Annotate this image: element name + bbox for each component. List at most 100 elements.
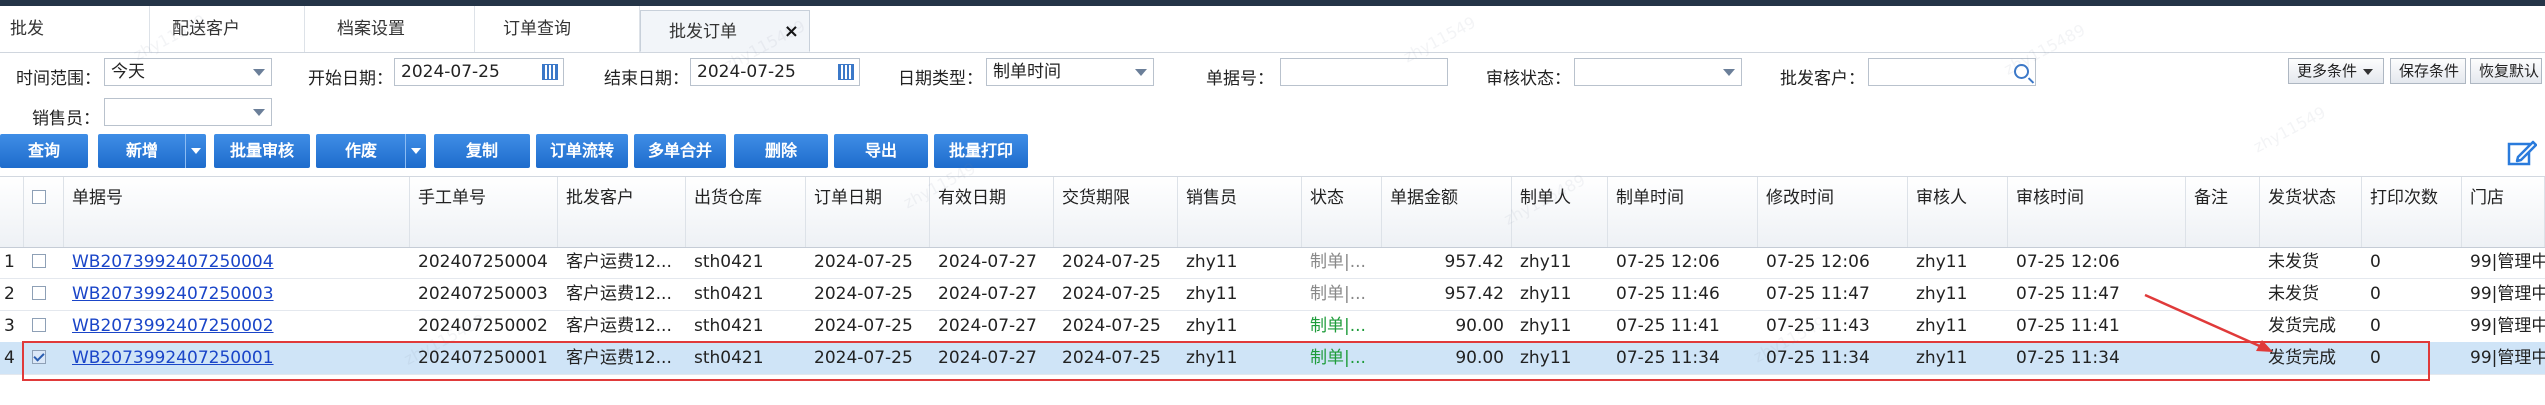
query-label: 查询 (27, 141, 60, 160)
cell-doc-no[interactable]: WB2073992407250002 (64, 310, 410, 342)
tab-wholesale[interactable]: 批发 (0, 6, 150, 52)
cell-order-date: 2024-07-25 (814, 284, 913, 304)
date-type-select[interactable]: 制单时间 (986, 58, 1154, 86)
order-flow-button[interactable]: 订单流转 (536, 134, 628, 168)
void-button[interactable]: 作废 (316, 134, 426, 168)
chevron-down-icon (1723, 69, 1735, 76)
row-checkbox[interactable] (32, 254, 46, 268)
query-button[interactable]: 查询 (0, 134, 88, 168)
row-index: 1 (4, 252, 15, 272)
cell-creator: zhy11 (1520, 316, 1572, 336)
select-all-checkbox[interactable] (32, 190, 46, 204)
time-range-label: 时间范围： (16, 69, 101, 89)
tab-label: 订单查询 (503, 19, 571, 39)
header-select-all (24, 177, 64, 247)
row-index: 3 (4, 316, 15, 336)
delete-label: 删除 (764, 141, 797, 160)
column-header[interactable]: 状态 (1302, 177, 1382, 247)
restore-default-label: 恢复默认 (2479, 62, 2540, 80)
cell-salesperson: zhy11 (1186, 284, 1238, 304)
chevron-down-icon (253, 109, 265, 116)
date-type-value: 制单时间 (993, 62, 1061, 82)
cell-salesperson: zhy11 (1186, 252, 1238, 272)
chevron-down-icon[interactable] (185, 134, 206, 168)
column-header[interactable]: 门店 (2462, 177, 2545, 247)
more-conditions-label: 更多条件 (2297, 62, 2358, 80)
calendar-icon[interactable] (838, 64, 854, 80)
chevron-down-icon (1135, 69, 1147, 76)
save-conditions-button[interactable]: 保存条件 (2390, 58, 2466, 84)
watermark-text: zhy11549 (2250, 102, 2329, 157)
column-header[interactable]: 制单时间 (1608, 177, 1758, 247)
add-button[interactable]: 新增 (98, 134, 206, 168)
cell-creator: zhy11 (1520, 284, 1572, 304)
column-header[interactable]: 批发客户 (558, 177, 686, 247)
tab-label: 批发订单 (669, 22, 737, 42)
export-button[interactable]: 导出 (834, 134, 928, 168)
column-header[interactable]: 单据号 (64, 177, 410, 247)
cell-create-time: 07-25 11:46 (1616, 284, 1720, 304)
start-date-label: 开始日期： (308, 69, 393, 89)
doc-no-label: 单据号： (1206, 69, 1274, 89)
cell-customer: 客户运费12... (566, 284, 672, 304)
column-header[interactable]: 交货期限 (1054, 177, 1178, 247)
column-header[interactable]: 单据金额 (1382, 177, 1512, 247)
more-conditions-button[interactable]: 更多条件 (2288, 58, 2384, 84)
cell-amount: 957.42 (1444, 252, 1504, 272)
cell-doc-no[interactable]: WB2073992407250003 (64, 278, 410, 310)
cell-modify-time: 07-25 12:06 (1766, 252, 1870, 272)
column-header[interactable]: 销售员 (1178, 177, 1302, 247)
add-label: 新增 (125, 141, 158, 160)
cell-customer: 客户运费12... (566, 316, 672, 336)
calendar-icon[interactable] (542, 64, 558, 80)
batch-audit-button[interactable]: 批量审核 (214, 134, 310, 168)
cell-customer: 客户运费12... (566, 252, 672, 272)
column-header[interactable]: 审核时间 (2008, 177, 2186, 247)
column-header[interactable]: 发货状态 (2260, 177, 2362, 247)
edit-pencil-icon[interactable] (2507, 138, 2537, 168)
batch-audit-label: 批量审核 (229, 141, 294, 160)
column-header[interactable]: 手工单号 (410, 177, 558, 247)
row-checkbox[interactable] (32, 286, 46, 300)
merge-orders-button[interactable]: 多单合并 (634, 134, 726, 168)
cell-delivery-date: 2024-07-25 (1062, 316, 1161, 336)
salesperson-select[interactable] (104, 98, 272, 126)
copy-label: 复制 (465, 141, 498, 160)
copy-button[interactable]: 复制 (434, 134, 530, 168)
end-date-label: 结束日期： (604, 69, 689, 89)
column-header[interactable]: 打印次数 (2362, 177, 2462, 247)
cell-manual-no: 202407250004 (418, 252, 548, 272)
chevron-down-icon[interactable] (405, 134, 426, 168)
cell-auditor: zhy11 (1916, 316, 1968, 336)
column-header[interactable]: 备注 (2186, 177, 2260, 247)
cell-store: 99|管理中心 (2470, 252, 2545, 272)
column-header[interactable]: 修改时间 (1758, 177, 1908, 247)
cell-audit-time: 07-25 12:06 (2016, 252, 2120, 272)
cell-salesperson: zhy11 (1186, 316, 1238, 336)
column-header[interactable]: 订单日期 (806, 177, 930, 247)
row-index: 2 (4, 284, 15, 304)
delete-button[interactable]: 删除 (734, 134, 828, 168)
annotation-arrow (2144, 293, 2273, 352)
tab-order-query[interactable]: 订单查询 (475, 6, 640, 52)
tab-bar: 批发 配送客户 档案设置 订单查询 批发订单 × (0, 6, 2545, 53)
highlight-annotation-box (22, 341, 2430, 381)
cell-doc-no[interactable]: WB2073992407250004 (64, 246, 410, 278)
table-row[interactable]: 1 WB2073992407250004 202407250004 客户运费12...… (0, 246, 2545, 279)
column-header[interactable]: 审核人 (1908, 177, 2008, 247)
column-header[interactable]: 出货仓库 (686, 177, 806, 247)
tab-archive-settings[interactable]: 档案设置 (305, 6, 475, 52)
time-range-select[interactable]: 今天 (104, 58, 272, 86)
time-range-value: 今天 (111, 62, 145, 82)
tab-label: 档案设置 (337, 19, 405, 39)
start-date-input[interactable]: 2024-07-25 (394, 58, 564, 86)
cell-valid-date: 2024-07-27 (938, 252, 1037, 272)
restore-default-button[interactable]: 恢复默认 (2470, 58, 2542, 84)
end-date-input[interactable]: 2024-07-25 (690, 58, 860, 86)
doc-no-input[interactable] (1280, 58, 1448, 86)
cell-status: 制单|... (1310, 316, 1366, 336)
chevron-down-icon (253, 69, 265, 76)
audit-status-select[interactable] (1574, 58, 1742, 86)
row-checkbox[interactable] (32, 318, 46, 332)
batch-print-button[interactable]: 批量打印 (934, 134, 1028, 168)
